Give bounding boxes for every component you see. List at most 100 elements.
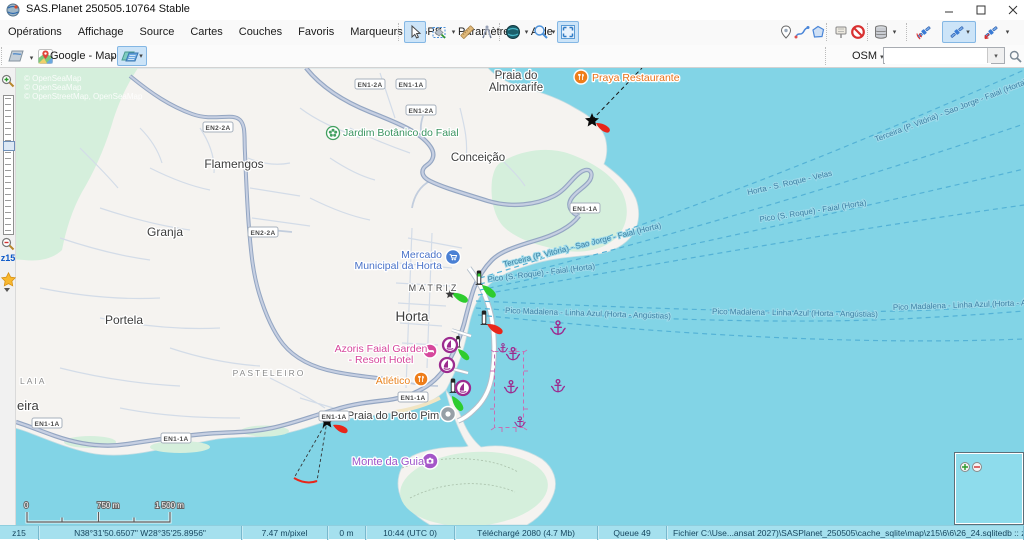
label-conceicao: Conceição bbox=[451, 152, 505, 164]
label-flamengos: Flamengos bbox=[204, 157, 263, 171]
chevron-down-icon: ▾ bbox=[966, 28, 970, 36]
svg-text:EN1-1A: EN1-1A bbox=[573, 206, 598, 213]
svg-text:EN1-1A: EN1-1A bbox=[401, 395, 426, 402]
svg-text:0: 0 bbox=[24, 501, 29, 510]
status-coordinates: N38°31'50.6507" W28°35'25.8956" bbox=[39, 526, 242, 540]
gps-follow-button[interactable] bbox=[980, 21, 1002, 43]
basemap-dropdown[interactable]: ▾ bbox=[27, 47, 36, 69]
svg-text:© OpenSeaMap: © OpenSeaMap bbox=[24, 74, 82, 83]
selection-manager-button[interactable] bbox=[428, 21, 450, 43]
label-jardim-botanico: Jardim Botânico do Faial bbox=[343, 127, 459, 139]
toolbar-grip[interactable] bbox=[906, 23, 910, 41]
chevron-down-icon: ▾ bbox=[139, 52, 143, 60]
label-pasteleiro: PASTELEIRO bbox=[233, 368, 306, 378]
label-laia: LAIA bbox=[20, 376, 46, 386]
cursor-icon bbox=[407, 24, 423, 40]
gps-satellite-icon bbox=[948, 23, 966, 41]
status-bar: z15 N38°31'50.6507" W28°35'25.8956" 7.47… bbox=[0, 525, 1024, 539]
label-porto-pim: Praia do Porto Pim bbox=[347, 410, 439, 422]
poi-porto-pim-icon bbox=[441, 407, 456, 422]
search-provider-button[interactable]: OSM ▾ bbox=[852, 45, 884, 67]
label-eira: eira bbox=[17, 398, 39, 413]
status-zoom: z15 bbox=[0, 526, 39, 540]
zoom-out-icon[interactable] bbox=[1, 237, 15, 251]
map-canvas[interactable]: Praia do Almoxarife Praya Restaurante Ja… bbox=[0, 68, 1024, 525]
status-queue: Queue 49 bbox=[598, 526, 667, 540]
status-downloaded: Téléchargé 2080 (4.7 Mb) bbox=[455, 526, 598, 540]
minus-icon bbox=[974, 464, 980, 470]
svg-text:EN2-2A: EN2-2A bbox=[206, 125, 231, 132]
svg-text:EN1-2A: EN1-2A bbox=[409, 108, 434, 115]
map-source-toolbar: ▾ Google - Map ▾ ▾ OSM ▾ ▾ bbox=[0, 45, 1024, 68]
zoom-in-icon[interactable] bbox=[1, 74, 15, 88]
globe-icon bbox=[505, 24, 521, 40]
gps-follow-dropdown[interactable]: ▾ bbox=[1003, 21, 1012, 43]
basemap-button[interactable] bbox=[5, 46, 27, 66]
fullscreen-button[interactable] bbox=[557, 21, 579, 43]
divider-compass-icon bbox=[479, 24, 495, 40]
label-granja: Granja bbox=[147, 225, 183, 239]
svg-text:1 500 m: 1 500 m bbox=[155, 501, 184, 510]
favorites-dropdown-arrow[interactable] bbox=[4, 288, 10, 292]
cache-mode-dropdown[interactable]: ▾ bbox=[890, 21, 899, 43]
menu-cartes[interactable]: Cartes bbox=[182, 20, 230, 45]
search-icon[interactable] bbox=[1009, 50, 1022, 63]
maximize-button[interactable] bbox=[966, 0, 996, 20]
select-tool-button[interactable] bbox=[404, 21, 426, 43]
minimap-zoom-out-button[interactable] bbox=[972, 462, 982, 472]
search-input[interactable] bbox=[885, 49, 991, 64]
go-to-button[interactable] bbox=[502, 21, 524, 43]
zoom-slider[interactable] bbox=[3, 95, 14, 235]
hide-marks-button[interactable] bbox=[847, 21, 869, 43]
search-combobox[interactable]: ▾ bbox=[883, 47, 1005, 64]
measure-circle-button[interactable] bbox=[476, 21, 498, 43]
search-combo-dropdown[interactable]: ▾ bbox=[987, 48, 1004, 63]
poi-praya-restaurante-icon bbox=[574, 70, 588, 84]
label-praya-restaurante: Praya Restaurante bbox=[592, 72, 680, 84]
close-button[interactable] bbox=[998, 0, 1024, 20]
zoom-slider-handle[interactable] bbox=[3, 141, 15, 151]
status-elevation: 0 m bbox=[328, 526, 366, 540]
svg-text:EN2-2A: EN2-2A bbox=[251, 230, 276, 237]
poi-monte-guia-icon bbox=[422, 453, 438, 469]
minimize-button[interactable] bbox=[934, 0, 964, 20]
favorites-star-icon[interactable] bbox=[1, 272, 16, 287]
poi-jardim-icon bbox=[327, 127, 340, 140]
layers-button[interactable]: ▾ bbox=[117, 46, 147, 66]
svg-text:750 m: 750 m bbox=[97, 501, 120, 510]
menu-operations[interactable]: Opérations bbox=[0, 20, 70, 45]
toolbar-grip[interactable] bbox=[825, 47, 829, 65]
status-resolution: 7.47 m/pixel bbox=[242, 526, 328, 540]
cache-mode-button[interactable] bbox=[870, 21, 892, 43]
menu-favoris[interactable]: Favoris bbox=[290, 20, 342, 45]
gps-satellite-signal-icon bbox=[915, 23, 933, 41]
map-select-dropdown[interactable]: ▾ bbox=[108, 47, 117, 69]
status-cache-file: Fichier C:\Use...ansat 2027)\SASPlanet_2… bbox=[667, 526, 1024, 540]
menu-affichage[interactable]: Affichage bbox=[70, 20, 132, 45]
database-icon bbox=[873, 24, 889, 40]
label-monte-guia: Monte da Guia bbox=[352, 456, 425, 468]
measure-distance-button[interactable] bbox=[456, 21, 478, 43]
svg-text:Almoxarife: Almoxarife bbox=[489, 82, 543, 94]
menu-couches[interactable]: Couches bbox=[231, 20, 290, 45]
zoom-slider-ticks bbox=[5, 98, 11, 231]
minimize-icon bbox=[944, 5, 954, 15]
overview-minimap[interactable] bbox=[954, 452, 1024, 525]
gps-track-button[interactable]: ▾ bbox=[942, 21, 976, 43]
map-sheet-icon bbox=[7, 48, 25, 64]
menu-bar: OpérationsAffichageSourceCartesCouchesFa… bbox=[0, 20, 1024, 45]
minimap-zoom-in-button[interactable] bbox=[960, 462, 970, 472]
svg-text:© OpenStreetMap, OpenSeaMap: © OpenStreetMap, OpenSeaMap bbox=[24, 92, 143, 101]
selected-map-label[interactable]: Google - Map bbox=[50, 45, 117, 67]
layers-icon bbox=[121, 48, 139, 64]
svg-text:EN1-1A: EN1-1A bbox=[164, 436, 189, 443]
polygon-icon bbox=[810, 24, 826, 40]
ruler-icon bbox=[459, 24, 475, 40]
no-entry-icon bbox=[850, 24, 866, 40]
svg-text:EN1-2A: EN1-2A bbox=[358, 82, 383, 89]
menu-source[interactable]: Source bbox=[131, 20, 182, 45]
poi-atletico-icon bbox=[414, 372, 428, 386]
toolbar-grip[interactable] bbox=[398, 23, 402, 41]
gps-connect-button[interactable] bbox=[913, 21, 935, 43]
label-portela: Portela bbox=[105, 313, 143, 327]
